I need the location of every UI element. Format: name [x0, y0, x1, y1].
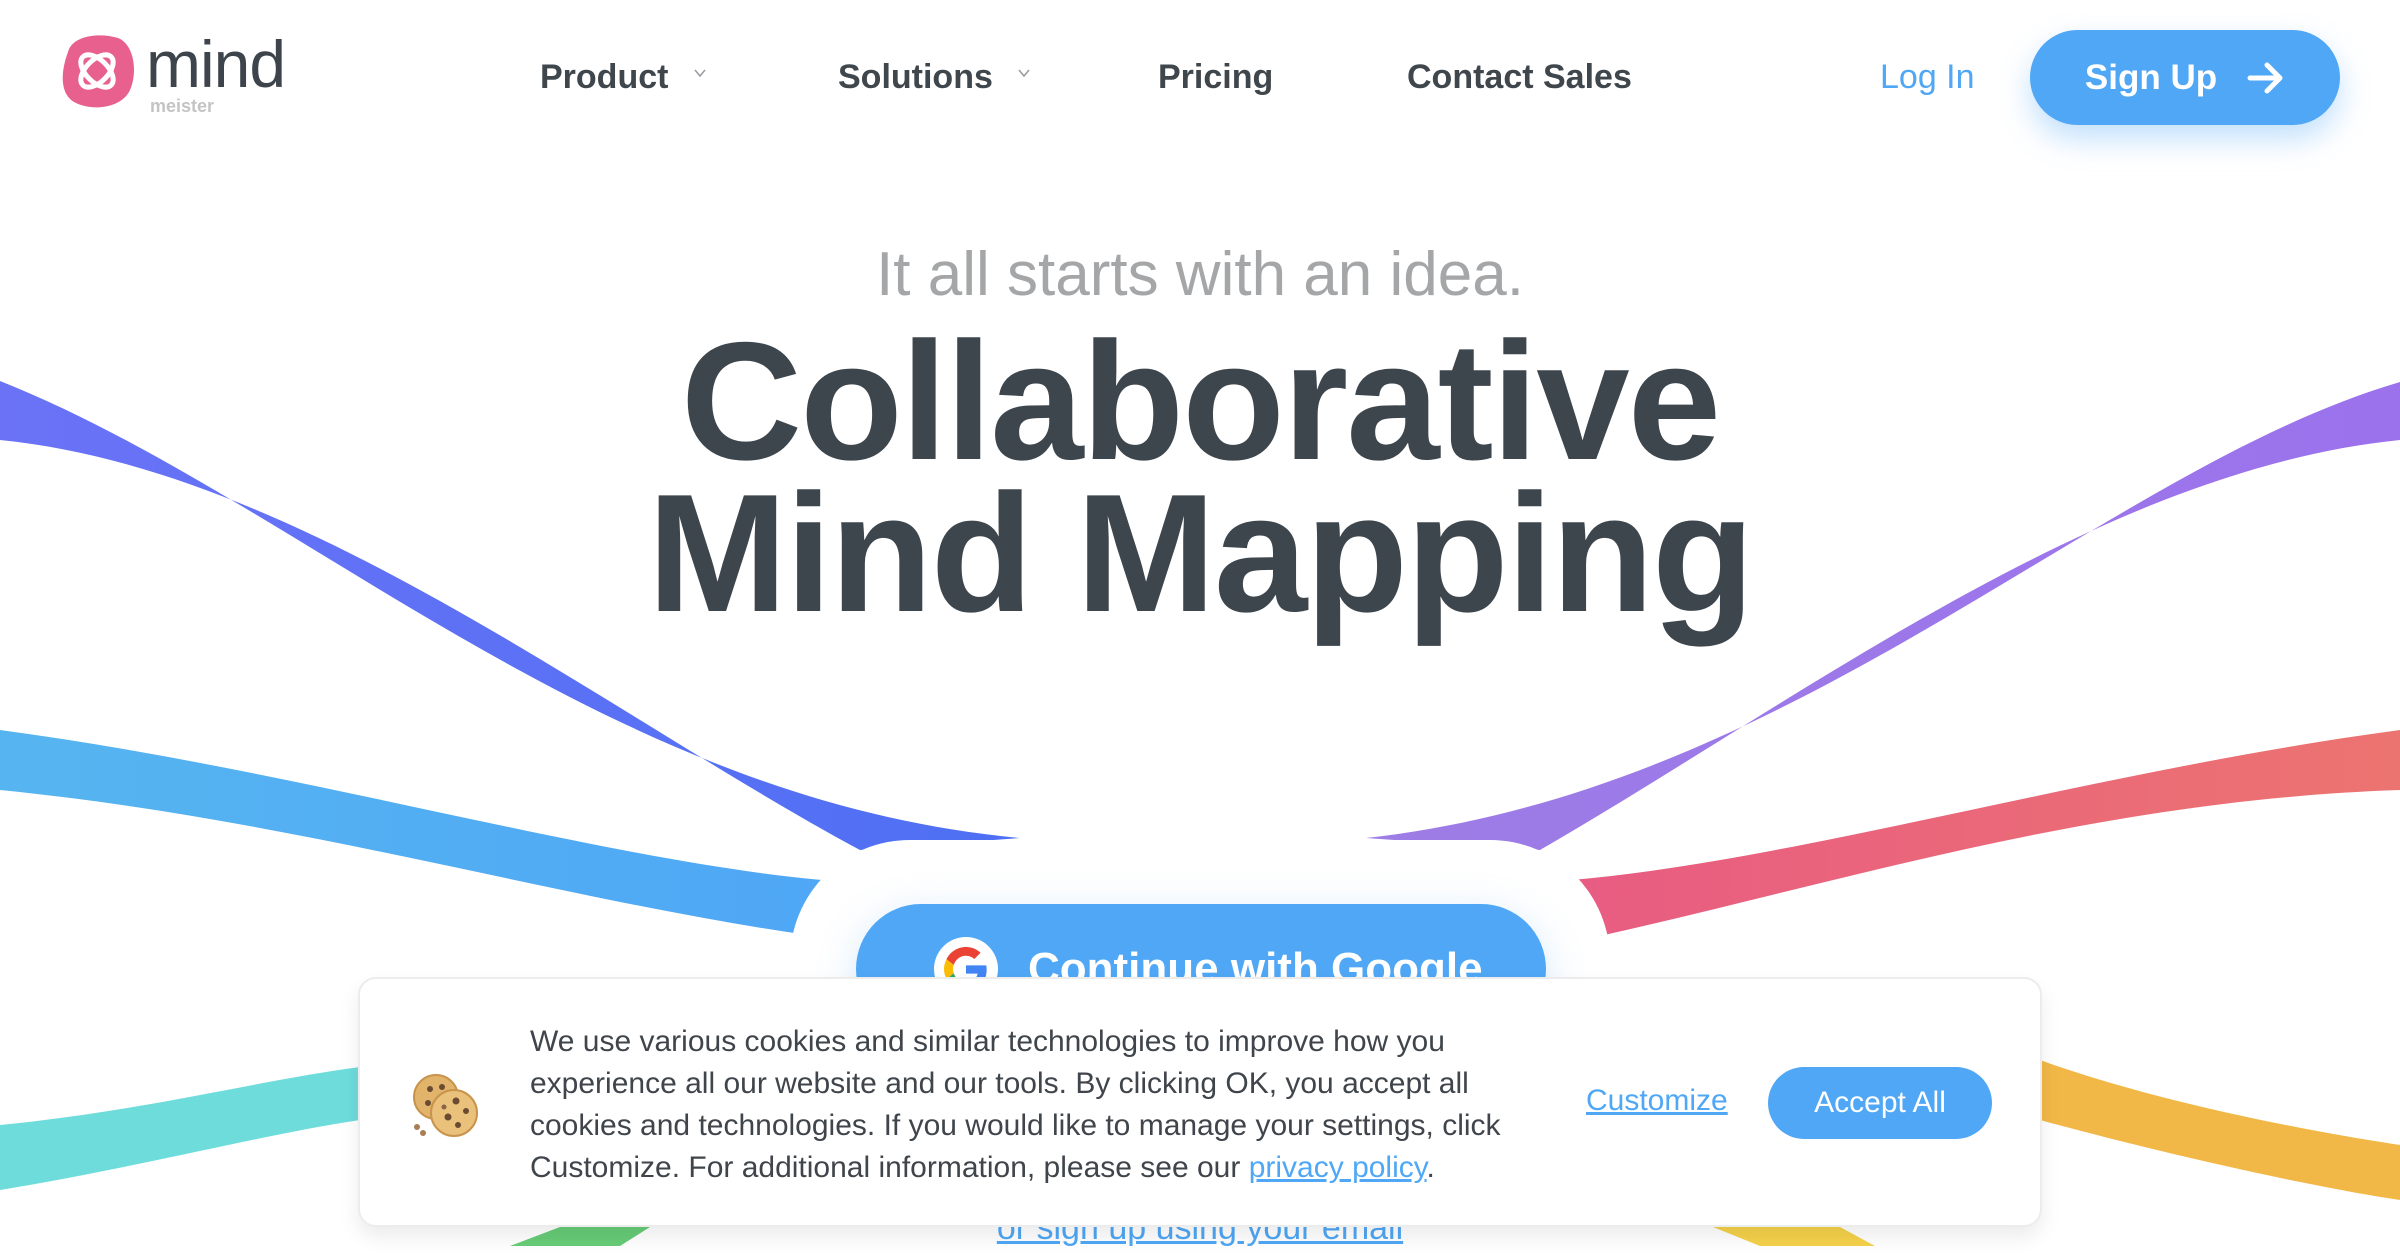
nav-item-label: Product — [540, 58, 669, 96]
logo[interactable]: mind meister — [58, 27, 298, 120]
ribbon-teal — [0, 1067, 360, 1190]
arrow-right-icon — [2247, 62, 2283, 93]
chevron-down-icon — [694, 69, 706, 78]
nav-item-label: Pricing — [1158, 58, 1274, 96]
headline-line-1: Collaborative — [680, 307, 1721, 495]
nav-item-contact-sales[interactable]: Contact Sales — [1407, 52, 1632, 102]
customize-link[interactable]: Customize — [1586, 1081, 1728, 1121]
nav-item-pricing[interactable]: Pricing — [1158, 52, 1273, 102]
nav-item-solutions[interactable]: Solutions — [838, 52, 1032, 102]
cookie-banner: We use various cookies and similar techn… — [358, 977, 2042, 1227]
chevron-down-icon — [1018, 69, 1030, 78]
nav-item-label: Contact Sales — [1407, 58, 1632, 96]
login-link[interactable]: Log In — [1880, 52, 1975, 102]
nav-item-product[interactable]: Product — [540, 52, 708, 102]
hero-headline: Collaborative Mind Mapping — [0, 307, 2400, 647]
logo-subtitle: meister — [150, 96, 215, 116]
ribbon-orange — [2040, 1060, 2400, 1200]
accept-all-button[interactable]: Accept All — [1768, 1067, 1992, 1139]
mindmeister-logo-icon — [62, 35, 134, 108]
signup-button[interactable]: Sign Up — [2030, 30, 2340, 125]
ribbon-sky — [0, 730, 822, 935]
nav-item-label: Solutions — [838, 58, 993, 96]
hero-tagline: It all starts with an idea. — [876, 240, 1524, 309]
cookie-message-end: . — [1426, 1151, 1435, 1184]
privacy-policy-link[interactable]: privacy policy — [1249, 1151, 1427, 1184]
signup-label: Sign Up — [2084, 57, 2218, 97]
cookie-message: We use various cookies and similar techn… — [530, 1021, 1530, 1189]
cookie-icon — [413, 1074, 478, 1137]
logo-wordmark: mind — [146, 27, 286, 101]
headline-line-2: Mind Mapping — [647, 459, 1754, 647]
ribbon-coral — [1572, 730, 2400, 935]
